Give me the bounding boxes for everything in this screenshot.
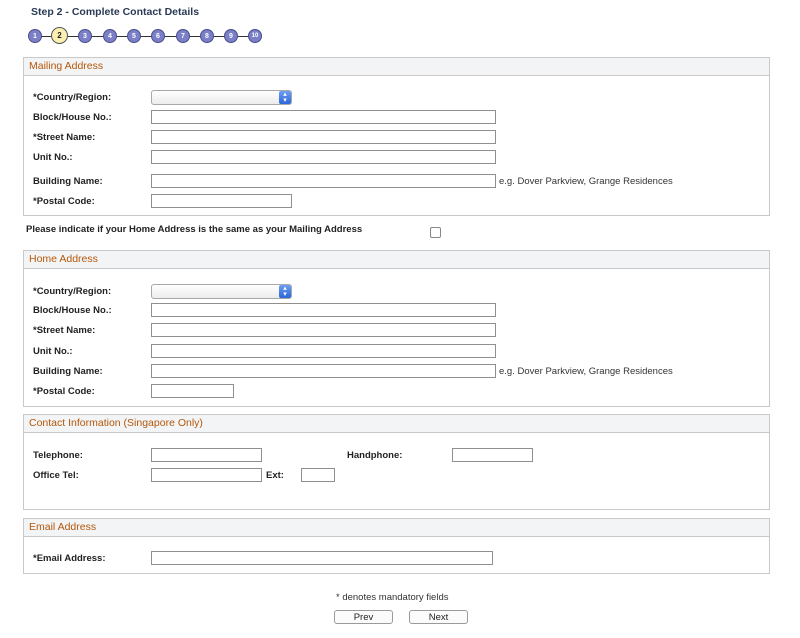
handphone-input[interactable] (452, 448, 533, 462)
mailing-postal-label: *Postal Code: (33, 196, 95, 207)
home-building-label: Building Name: (33, 366, 103, 377)
home-street-input[interactable] (151, 323, 496, 337)
home-building-hint: e.g. Dover Parkview, Grange Residences (499, 366, 673, 377)
mailing-country-label: *Country/Region: (33, 92, 112, 103)
mailing-postal-input[interactable] (151, 194, 292, 208)
mailing-block-label: Block/House No.: (33, 112, 112, 123)
page-title: Step 2 - Complete Contact Details (31, 6, 200, 18)
home-unit-input[interactable] (151, 344, 496, 358)
mailing-address-header: Mailing Address (24, 58, 769, 76)
step-10[interactable]: 10 (248, 29, 262, 43)
step-indicator: 1 2 3 4 5 6 7 8 9 10 (28, 27, 268, 46)
contact-info-header: Contact Information (Singapore Only) (24, 415, 769, 433)
ext-input[interactable] (301, 468, 335, 482)
home-country-label: *Country/Region: (33, 286, 112, 297)
mailing-building-label: Building Name: (33, 176, 103, 187)
telephone-input[interactable] (151, 448, 262, 462)
prev-button[interactable]: Prev (334, 610, 393, 624)
home-country-select[interactable]: ▴ ▾ (151, 284, 292, 299)
office-tel-label: Office Tel: (33, 470, 79, 481)
mailing-unit-input[interactable] (151, 150, 496, 164)
step-6[interactable]: 6 (151, 29, 165, 43)
same-address-question: Please indicate if your Home Address is … (26, 224, 363, 235)
next-button[interactable]: Next (409, 610, 468, 624)
email-header: Email Address (24, 519, 769, 537)
step-3[interactable]: 3 (78, 29, 92, 43)
office-tel-input[interactable] (151, 468, 262, 482)
home-block-label: Block/House No.: (33, 305, 112, 316)
contact-info-section: Contact Information (Singapore Only) (23, 414, 770, 510)
step-2-current[interactable]: 2 (51, 27, 68, 44)
select-arrows-icon: ▴ ▾ (279, 91, 291, 104)
mailing-unit-label: Unit No.: (33, 152, 73, 163)
mandatory-note: * denotes mandatory fields (336, 592, 449, 603)
step-8[interactable]: 8 (200, 29, 214, 43)
step-9[interactable]: 9 (224, 29, 238, 43)
telephone-label: Telephone: (33, 450, 83, 461)
mailing-street-label: *Street Name: (33, 132, 96, 143)
home-postal-input[interactable] (151, 384, 234, 398)
home-building-input[interactable] (151, 364, 496, 378)
mailing-building-hint: e.g. Dover Parkview, Grange Residences (499, 176, 673, 187)
ext-label: Ext: (266, 470, 284, 481)
home-address-header: Home Address (24, 251, 769, 269)
same-address-checkbox[interactable] (430, 227, 441, 238)
mailing-street-input[interactable] (151, 130, 496, 144)
home-unit-label: Unit No.: (33, 346, 73, 357)
home-street-label: *Street Name: (33, 325, 96, 336)
step-1[interactable]: 1 (28, 29, 42, 43)
step-5[interactable]: 5 (127, 29, 141, 43)
mailing-building-input[interactable] (151, 174, 496, 188)
email-input[interactable] (151, 551, 493, 565)
email-section: Email Address (23, 518, 770, 574)
select-arrows-icon: ▴ ▾ (279, 285, 291, 298)
step-7[interactable]: 7 (176, 29, 190, 43)
home-block-input[interactable] (151, 303, 496, 317)
handphone-label: Handphone: (347, 450, 403, 461)
mailing-country-select[interactable]: ▴ ▾ (151, 90, 292, 105)
step-4[interactable]: 4 (103, 29, 117, 43)
mailing-block-input[interactable] (151, 110, 496, 124)
email-label: *Email Address: (33, 553, 106, 564)
home-postal-label: *Postal Code: (33, 386, 95, 397)
